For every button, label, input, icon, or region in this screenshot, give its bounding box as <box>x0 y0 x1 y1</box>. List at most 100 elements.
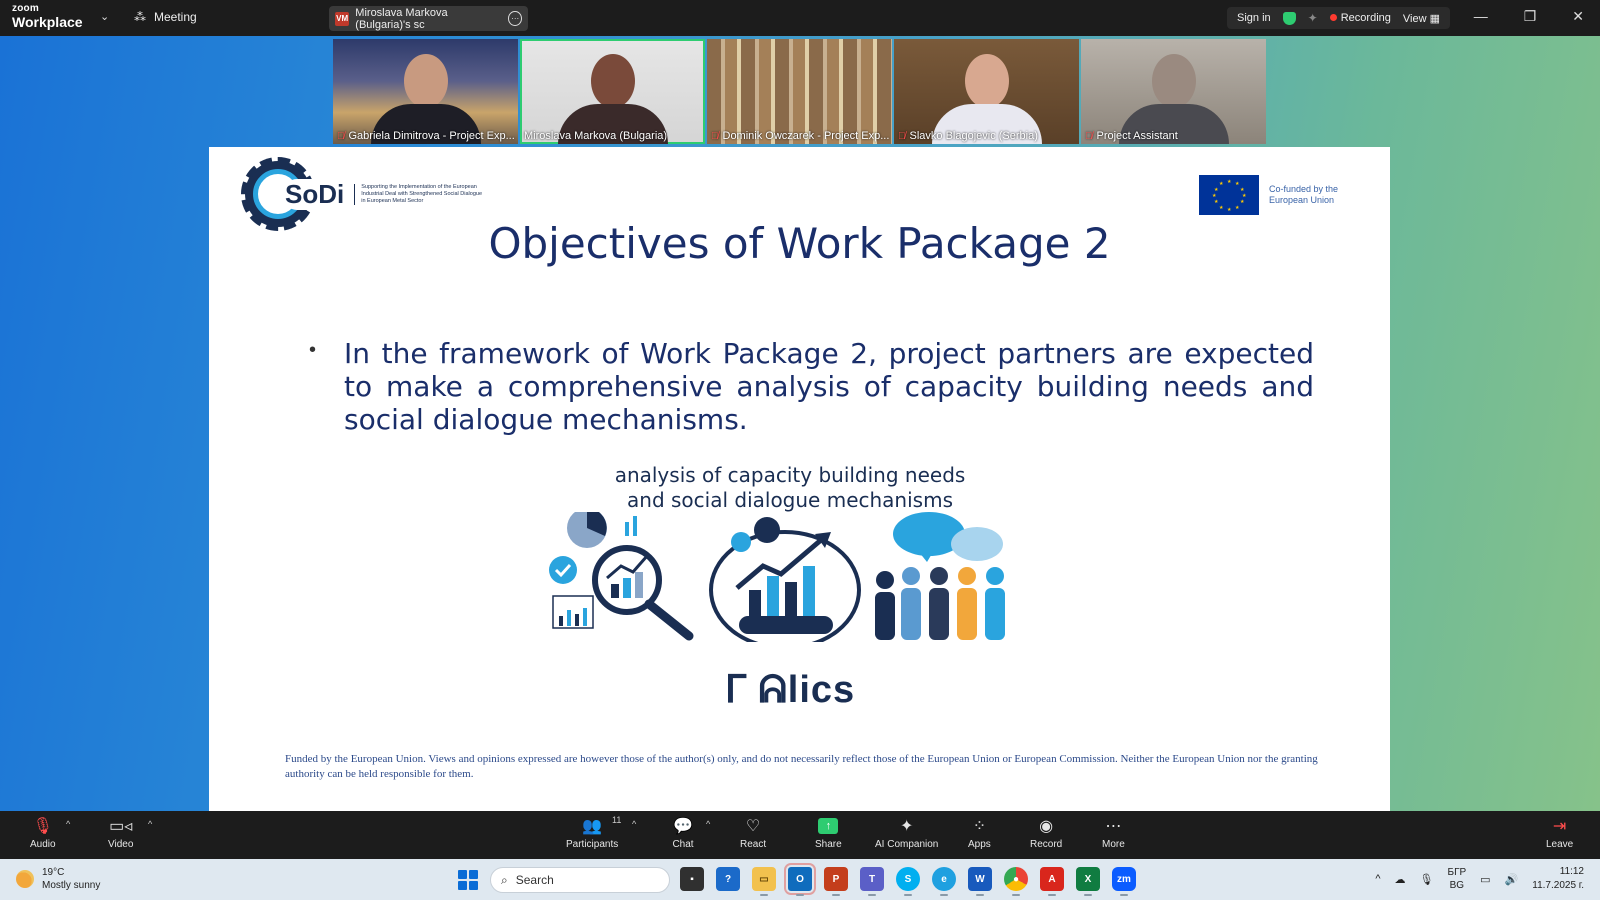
help-icon[interactable]: ? <box>716 867 740 891</box>
eu-disclaimer: Funded by the European Union. Views and … <box>285 753 1318 780</box>
word-icon[interactable]: W <box>968 867 992 896</box>
record-button[interactable]: ◉ Record <box>1030 815 1062 850</box>
graphic-caption: analysis of capacity building needs and … <box>209 463 1371 513</box>
leave-door-icon: ⇥ <box>1552 818 1567 835</box>
ai-sparkle-icon[interactable]: ✦ <box>1308 11 1318 25</box>
task-view-icon[interactable]: ▪ <box>680 867 704 891</box>
file-explorer-icon[interactable]: ▭ <box>752 867 776 896</box>
outlook-icon[interactable]: O <box>784 863 816 896</box>
caption-line2: and social dialogue mechanisms <box>627 488 953 512</box>
video-button[interactable]: ▭◃ Video <box>108 815 133 850</box>
video-options-caret-icon[interactable]: ^ <box>148 819 152 829</box>
recording-indicator[interactable]: Recording <box>1329 12 1391 24</box>
slide-title: Objectives of Work Package 2 <box>488 219 1111 268</box>
zoom-icon[interactable]: zm <box>1112 867 1136 896</box>
chat-button[interactable]: 💬 Chat <box>672 815 694 850</box>
skype-icon[interactable]: S <box>896 867 920 896</box>
share-screen-icon: ↑ <box>817 815 839 837</box>
minimize-icon[interactable]: — <box>1474 8 1488 25</box>
video-camera-icon: ▭◃ <box>109 818 133 835</box>
leave-button[interactable]: ⇥ Leave <box>1546 815 1573 850</box>
share-title: Miroslava Markova (Bulgaria)'s sc <box>355 6 448 31</box>
language-code: БГР <box>1447 867 1467 878</box>
caption-line1: analysis of capacity building needs <box>614 463 966 487</box>
chevron-down-icon[interactable]: ⌄ <box>100 10 109 23</box>
weather-sun-icon <box>16 870 34 888</box>
apps-label: Apps <box>968 839 991 850</box>
encryption-shield-icon[interactable] <box>1282 11 1296 25</box>
record-label: Record <box>1030 839 1063 850</box>
ai-companion-button[interactable]: ✦ AI Companion <box>875 815 938 850</box>
powerpoint-icon[interactable]: P <box>824 867 848 896</box>
audio-options-caret-icon[interactable]: ^ <box>66 819 70 829</box>
participant-name: Miroslava Markova (Bulgaria) <box>524 130 668 142</box>
react-label: React <box>740 839 767 850</box>
participants-button[interactable]: 👥 11 Participants <box>566 815 622 850</box>
meeting-button[interactable]: ⁂ Meeting <box>134 10 197 24</box>
meeting-label: Meeting <box>154 10 197 24</box>
taskbar-search[interactable]: ⌕ Search <box>490 867 670 893</box>
weather-widget[interactable]: 19°C Mostly sunny <box>16 866 100 892</box>
team-growth-icon <box>709 517 861 642</box>
muted-mic-icon: 🎙̸ <box>711 130 719 142</box>
volume-icon[interactable]: 🔊 <box>1505 873 1519 886</box>
muted-mic-icon: 🎙̸ <box>1085 130 1093 142</box>
magnifier-chart-icon <box>549 512 694 641</box>
chevron-up-icon[interactable]: ^ <box>1375 873 1380 885</box>
participant-tile[interactable]: 🎙̸ Gabriela Dimitrova - Project Exp... <box>333 39 518 144</box>
slide-bullet: In the framework of Work Package 2, proj… <box>344 337 1314 436</box>
logo-tagline: Supporting the Implementation of the Eur… <box>354 183 484 205</box>
eu-text-line2: European Union <box>1268 195 1335 205</box>
eu-text-line1: Co-funded by the <box>1268 184 1338 194</box>
muted-mic-icon: 🎙 <box>32 818 53 835</box>
sharer-avatar: VM <box>335 11 350 26</box>
audio-button[interactable]: 🎙 Audio <box>30 815 56 850</box>
chat-label: Chat <box>672 839 694 850</box>
view-button[interactable]: View ▦ <box>1403 12 1440 25</box>
teams-icon[interactable]: T <box>860 867 884 896</box>
edge-icon[interactable]: e <box>932 867 956 896</box>
system-tray: ^ ☁ 🎙 БГР BG ▭ 🔊 11:12 11.7.2025 г. <box>1375 865 1584 893</box>
participant-tile-speaking[interactable]: Miroslava Markova (Bulgaria) <box>520 39 705 144</box>
close-icon[interactable]: ✕ <box>1572 8 1584 25</box>
react-button[interactable]: ♡ React <box>740 815 766 850</box>
participant-name: 🎙̸ Project Assistant <box>1085 130 1178 142</box>
participant-tile[interactable]: 🎙̸ Project Assistant <box>1081 39 1266 144</box>
temperature: 19°C <box>42 867 65 878</box>
participant-tile[interactable]: 🎙̸ Slavko Blagojevic (Serbia) <box>894 39 1079 144</box>
acrobat-icon[interactable]: A <box>1040 867 1064 896</box>
more-label: More <box>1102 839 1125 850</box>
heart-icon: ♡ <box>745 818 761 835</box>
participant-strip: 🎙̸ Gabriela Dimitrova - Project Exp... Mi… <box>333 39 1266 144</box>
windows-taskbar: 19°C Mostly sunny ⌕ Search ▪ ? ▭ O P T S… <box>0 859 1600 900</box>
microphone-icon[interactable]: 🎙 <box>1420 873 1434 886</box>
chat-caret-icon[interactable]: ^ <box>706 819 710 829</box>
network-icon[interactable]: ▭ <box>1480 873 1490 886</box>
sign-in-button[interactable]: Sign in <box>1237 12 1271 24</box>
participants-caret-icon[interactable]: ^ <box>632 819 636 829</box>
language-indicator[interactable]: БГР BG <box>1448 866 1467 892</box>
view-label: View <box>1402 12 1427 25</box>
eu-cofunded-logo: ★ ★ ★ ★ ★ ★ ★ ★ ★ ★ ★ ★ Co-funded by the… <box>1198 175 1338 215</box>
language-region: BG <box>1449 880 1465 891</box>
zoom-workplace-logo[interactable]: zoom Workplace <box>12 4 83 30</box>
meeting-stage: 🎙̸ Gabriela Dimitrova - Project Exp... Mi… <box>0 36 1600 811</box>
eu-text: Co-funded by the European Union <box>1269 184 1338 206</box>
chrome-icon[interactable]: ● <box>1004 867 1028 896</box>
meeting-icon: ⁂ <box>134 10 146 24</box>
excel-icon[interactable]: X <box>1076 867 1100 896</box>
participant-count: 11 <box>612 815 622 825</box>
more-button[interactable]: ⋯ More <box>1102 815 1125 850</box>
share-button[interactable]: ↑ Share <box>815 815 842 850</box>
restore-icon[interactable]: ❐ <box>1524 8 1537 25</box>
more-options-icon[interactable]: ··· <box>508 11 522 26</box>
share-label: Share <box>815 839 842 850</box>
participant-tile[interactable]: 🎙̸ Dominik Owczarek - Project Exp... <box>707 39 892 144</box>
apps-button[interactable]: ⁘ Apps <box>968 815 991 850</box>
clock[interactable]: 11:12 11.7.2025 г. <box>1532 865 1584 893</box>
sodi-logo: SoDi Supporting the Implementation of th… <box>241 157 484 231</box>
onedrive-icon[interactable]: ☁ <box>1395 873 1406 886</box>
screen-share-indicator[interactable]: VM Miroslava Markova (Bulgaria)'s sc ··· <box>329 6 528 31</box>
partial-text: ᒥ ᕱlics <box>724 669 856 711</box>
windows-start-icon[interactable] <box>458 870 478 890</box>
